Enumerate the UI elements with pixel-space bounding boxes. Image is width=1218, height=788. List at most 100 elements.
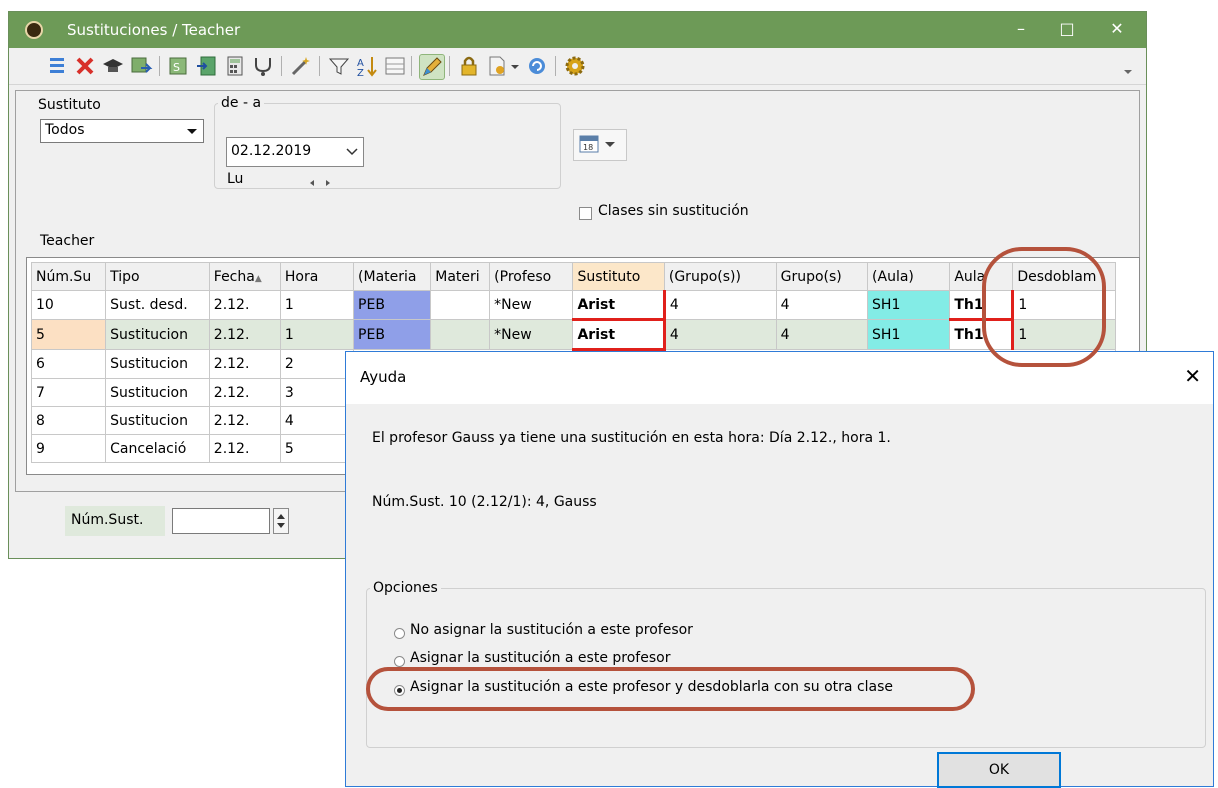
table-cell[interactable]: *New	[489, 290, 574, 320]
table-cell[interactable]: 6	[30, 349, 107, 379]
option-2-label[interactable]: Asignar la sustitución a este profesor	[410, 650, 670, 666]
column-header[interactable]: Aula	[949, 262, 1014, 291]
sustituto-select[interactable]: Todos	[40, 119, 204, 143]
table-cell[interactable]: 2.12.	[208, 290, 281, 320]
table-cell[interactable]: 4	[663, 290, 777, 320]
toolbar-overflow-icon[interactable]	[1121, 54, 1135, 78]
table-cell[interactable]: 4	[663, 319, 777, 350]
date-picker[interactable]: 02.12.2019	[226, 137, 364, 167]
transfer-icon[interactable]	[129, 54, 153, 78]
table-row[interactable]: 5 Sustitucion 2.12. 1 PEB *New Arist 4 4…	[30, 319, 1116, 351]
column-header[interactable]: Grupo(s)	[775, 262, 869, 291]
table-cell[interactable]: Sustitucion	[105, 406, 210, 435]
gear-icon[interactable]	[563, 54, 587, 78]
filter-icon[interactable]	[327, 54, 351, 78]
document-settings-icon[interactable]	[485, 54, 509, 78]
sin-sustitucion-checkbox[interactable]	[579, 207, 592, 220]
column-header[interactable]: Materi	[430, 262, 491, 291]
column-header[interactable]: Fecha▲	[208, 262, 281, 291]
table-cell[interactable]: 5	[30, 319, 107, 350]
pencil-icon[interactable]	[419, 54, 445, 80]
import-icon[interactable]	[195, 54, 219, 78]
table-cell-sustituto[interactable]: Arist	[572, 319, 666, 351]
day-prev-next-arrows[interactable]	[306, 175, 336, 195]
table-cell-materia[interactable]: PEB	[353, 290, 432, 320]
table-cell-aula[interactable]: SH1	[867, 319, 951, 350]
wand-icon[interactable]	[289, 54, 313, 78]
column-header[interactable]: (Materia	[353, 262, 432, 291]
calendar-view-button[interactable]: 18	[573, 129, 627, 161]
refresh-icon[interactable]	[525, 54, 549, 78]
ok-button[interactable]: OK	[937, 752, 1061, 788]
substitute-icon[interactable]: S	[167, 54, 191, 78]
column-header[interactable]: Hora	[279, 262, 355, 291]
option-3-label[interactable]: Asignar la sustitución a este profesor y…	[410, 679, 893, 695]
column-header[interactable]: (Aula)	[867, 262, 951, 291]
list-icon[interactable]	[45, 54, 69, 78]
column-header[interactable]: Desdoblam	[1012, 262, 1116, 291]
table-cell[interactable]: 4	[775, 319, 869, 350]
dialog-close-button[interactable]: ✕	[1184, 364, 1201, 388]
table-cell[interactable]: 5	[279, 434, 355, 463]
sort-icon[interactable]: AZ	[355, 54, 379, 79]
column-header[interactable]: Núm.Su	[30, 262, 107, 291]
table-cell[interactable]	[430, 290, 491, 320]
table-cell[interactable]: 2.12.	[208, 349, 281, 379]
table-cell[interactable]: 4	[775, 290, 869, 320]
column-header-sustituto[interactable]: Sustituto	[572, 262, 665, 291]
table-cell[interactable]	[430, 319, 491, 350]
num-sust-input[interactable]	[172, 508, 270, 534]
table-cell[interactable]: 1	[1012, 319, 1116, 350]
table-cell-aula-new[interactable]: Th1	[949, 319, 1015, 350]
num-sust-spinner[interactable]	[273, 508, 289, 534]
minimize-button[interactable]: –	[998, 12, 1044, 48]
delete-icon[interactable]	[73, 54, 97, 78]
day-label: Lu	[227, 171, 244, 187]
teacher-label: Teacher	[40, 233, 95, 249]
calculator-icon[interactable]	[223, 54, 247, 78]
column-header[interactable]: Tipo	[105, 262, 210, 291]
table-cell[interactable]: 10	[30, 290, 107, 320]
table-cell[interactable]: 2.12.	[208, 319, 281, 350]
column-header[interactable]: (Profeso	[489, 262, 574, 291]
table-cell-aula-new[interactable]: Th1	[949, 290, 1015, 321]
table-cell[interactable]: 2.12.	[208, 434, 281, 463]
table-cell[interactable]: 2	[279, 349, 355, 379]
table-cell[interactable]: Cancelació	[105, 434, 210, 463]
option-1-label[interactable]: No asignar la sustitución a este profeso…	[410, 622, 693, 638]
graduation-cap-icon[interactable]	[101, 54, 125, 78]
dropdown-arrow-icon[interactable]	[509, 54, 521, 78]
table-cell[interactable]: 8	[30, 406, 107, 435]
table-cell[interactable]: 1	[1012, 290, 1116, 320]
table-cell[interactable]: 3	[279, 378, 355, 407]
option-2-radio[interactable]	[394, 656, 405, 667]
table-row[interactable]: 10 Sust. desd. 2.12. 1 PEB *New Arist 4 …	[30, 290, 1116, 321]
table-cell[interactable]: 9	[30, 434, 107, 463]
table-cell[interactable]: *New	[489, 319, 574, 350]
table-cell-materia[interactable]: PEB	[353, 319, 432, 350]
table-cell-aula[interactable]: SH1	[867, 290, 951, 320]
table-cell[interactable]: Sust. desd.	[105, 290, 210, 320]
table-cell[interactable]: 2.12.	[208, 378, 281, 407]
column-header[interactable]: (Grupo(s))	[663, 262, 777, 291]
table-cell[interactable]: Sustitucion	[105, 378, 210, 407]
sin-sustitucion-label: Clases sin sustitución	[598, 203, 749, 219]
table-cell[interactable]: 7	[30, 378, 107, 407]
column-header-label: Fecha	[213, 268, 255, 285]
maximize-button[interactable]: □	[1044, 12, 1090, 48]
table-cell[interactable]: 1	[279, 319, 355, 350]
table-cell[interactable]: 2.12.	[208, 406, 281, 435]
option-1-radio[interactable]	[394, 628, 405, 639]
close-button[interactable]: ✕	[1094, 12, 1140, 48]
stethoscope-icon[interactable]	[251, 54, 275, 78]
table-cell[interactable]: Sustitucion	[105, 349, 210, 379]
table-cell[interactable]: 1	[279, 290, 355, 320]
grid-icon[interactable]	[383, 54, 407, 78]
lock-icon[interactable]	[457, 54, 481, 78]
grid-header-row: Núm.Su Tipo Fecha▲ Hora (Materia Materi …	[30, 262, 1116, 291]
table-cell[interactable]: 4	[279, 406, 355, 435]
table-cell[interactable]: Sustitucion	[105, 319, 210, 350]
option-3-radio[interactable]	[394, 685, 405, 696]
svg-text:S: S	[173, 61, 180, 74]
table-cell-sustituto[interactable]: Arist	[572, 290, 666, 321]
